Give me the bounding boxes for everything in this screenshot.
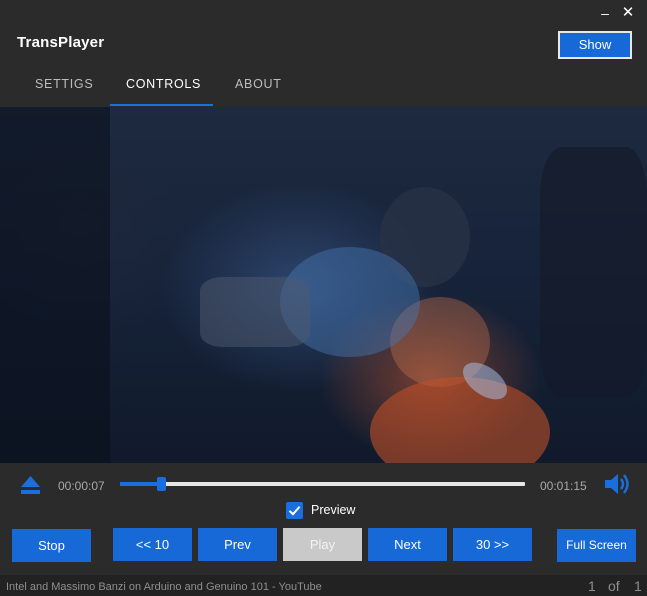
app-title: TransPlayer bbox=[17, 34, 105, 51]
active-tab-indicator bbox=[110, 104, 213, 106]
preview-checkbox[interactable] bbox=[286, 502, 303, 519]
video-shadow-left bbox=[0, 107, 110, 463]
fullscreen-button[interactable]: Full Screen bbox=[557, 529, 636, 562]
current-time: 00:00:07 bbox=[58, 479, 105, 493]
volume-icon[interactable] bbox=[604, 472, 632, 496]
tab-settings[interactable]: SETTIGS bbox=[35, 77, 93, 91]
title-bar bbox=[0, 0, 647, 107]
total-time: 00:01:15 bbox=[540, 479, 587, 493]
seek-progress bbox=[120, 482, 158, 486]
video-title-status: Intel and Massimo Banzi on Arduino and G… bbox=[6, 581, 322, 593]
close-button[interactable]: ✕ bbox=[619, 4, 637, 22]
seek-bar[interactable] bbox=[120, 482, 525, 486]
minimize-button[interactable]: – bbox=[596, 4, 614, 22]
show-button[interactable]: Show bbox=[558, 31, 632, 59]
eject-icon[interactable] bbox=[20, 475, 41, 495]
video-display[interactable] bbox=[0, 107, 647, 463]
seek-thumb[interactable] bbox=[157, 477, 166, 491]
prev-button[interactable]: Prev bbox=[198, 528, 277, 561]
video-laptop bbox=[200, 277, 310, 347]
tab-controls[interactable]: CONTROLS bbox=[126, 77, 201, 91]
back-10-button[interactable]: << 10 bbox=[113, 528, 192, 561]
video-figure-shirt bbox=[370, 377, 550, 463]
forward-30-button[interactable]: 30 >> bbox=[453, 528, 532, 561]
page-current: 1 bbox=[588, 578, 596, 594]
tab-about[interactable]: ABOUT bbox=[235, 77, 282, 91]
next-button[interactable]: Next bbox=[368, 528, 447, 561]
preview-label: Preview bbox=[311, 503, 356, 517]
video-shadow-right bbox=[540, 147, 647, 397]
checkmark-icon bbox=[288, 506, 301, 516]
play-button[interactable]: Play bbox=[283, 528, 362, 561]
page-total: 1 bbox=[634, 578, 642, 594]
page-of-label: of bbox=[608, 578, 620, 594]
stop-button[interactable]: Stop bbox=[12, 529, 91, 562]
